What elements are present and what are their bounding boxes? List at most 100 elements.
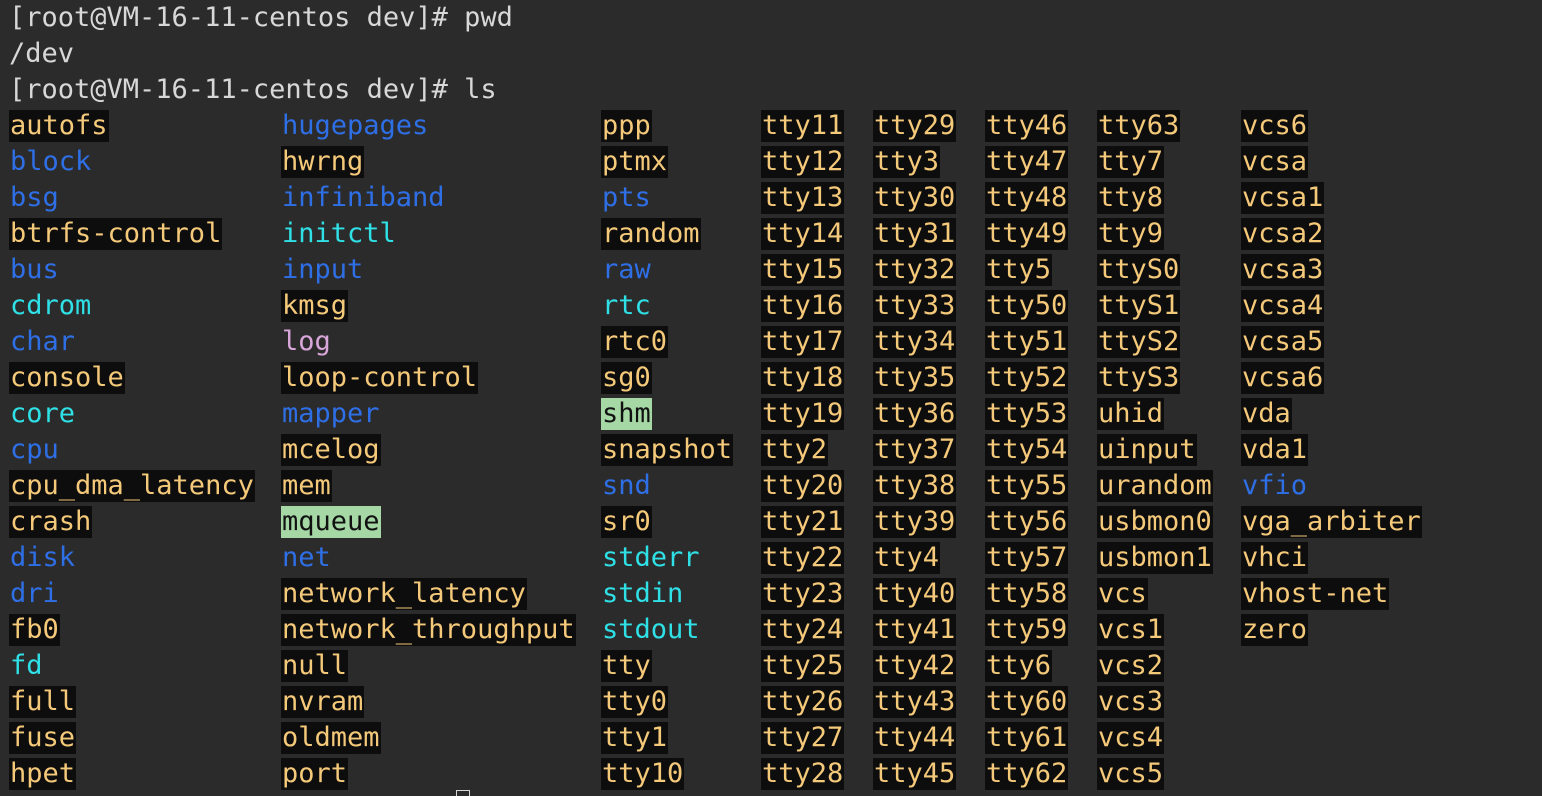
ls-entry: tty31: [873, 218, 957, 250]
ls-entry: tty10: [601, 758, 685, 790]
ls-entry: port: [281, 758, 349, 790]
ls-entry: tty24: [761, 614, 845, 646]
ls-entry: tty22: [761, 542, 845, 574]
ls-entry: rtc0: [601, 326, 669, 358]
ls-entry: kmsg: [281, 290, 349, 322]
ls-entry: network_throughput: [281, 614, 576, 646]
ls-entry: vcsa3: [1241, 254, 1325, 286]
output-line-path: /dev: [9, 38, 75, 69]
ls-entry: tty25: [761, 650, 845, 682]
ls-entry: tty48: [985, 182, 1069, 214]
ls-entry: ptmx: [601, 146, 669, 178]
ls-entry: tty40: [873, 578, 957, 610]
ls-entry: bus: [10, 254, 59, 285]
ls-entry: tty32: [873, 254, 957, 286]
ls-entry: vcs4: [1097, 722, 1165, 754]
prompt-line-ls: [root@VM-16-11-centos dev]# ls: [9, 74, 497, 105]
ls-entry: vfio: [1242, 470, 1308, 501]
ls-entry: uhid: [1097, 398, 1165, 430]
ls-entry: tty14: [761, 218, 845, 250]
ls-entry: null: [281, 650, 349, 682]
ls-entry: crash: [9, 506, 93, 538]
ls-entry: tty36: [873, 398, 957, 430]
ls-entry: tty18: [761, 362, 845, 394]
ls-entry: initctl: [282, 218, 396, 249]
ls-entry: stdout: [602, 614, 700, 645]
ls-entry: vga_arbiter: [1241, 506, 1422, 538]
ls-entry: cpu_dma_latency: [9, 470, 255, 502]
ls-entry: vcsa6: [1241, 362, 1325, 394]
ls-entry: fuse: [9, 722, 77, 754]
ls-entry: tty53: [985, 398, 1069, 430]
ls-entry: tty41: [873, 614, 957, 646]
ls-entry: uinput: [1097, 434, 1197, 466]
ls-entry: hugepages: [282, 110, 429, 141]
ls-entry: tty56: [985, 506, 1069, 538]
ls-entry: tty60: [985, 686, 1069, 718]
ls-entry: network_latency: [281, 578, 527, 610]
ls-entry: tty7: [1097, 146, 1165, 178]
ls-entry: ttyS1: [1097, 290, 1181, 322]
ls-entry: loop-control: [281, 362, 479, 394]
ls-entry: tty13: [761, 182, 845, 214]
ls-entry: sr0: [601, 506, 652, 538]
ls-entry: vcs2: [1097, 650, 1165, 682]
ls-entry: console: [9, 362, 125, 394]
ls-entry: urandom: [1097, 470, 1213, 502]
ls-entry: input: [282, 254, 364, 285]
ls-entry: tty4: [873, 542, 941, 574]
ls-entry: tty37: [873, 434, 957, 466]
ls-entry: zero: [1241, 614, 1309, 646]
ls-entry: vhci: [1241, 542, 1309, 574]
ls-entry: tty6: [985, 650, 1053, 682]
ls-entry: disk: [10, 542, 76, 573]
text-cursor: [456, 790, 470, 796]
ls-entry: snapshot: [601, 434, 734, 466]
ls-entry: infiniband: [282, 182, 445, 213]
ls-entry: vcsa5: [1241, 326, 1325, 358]
ls-entry: tty26: [761, 686, 845, 718]
ls-entry: dri: [10, 578, 59, 609]
ls-entry: tty9: [1097, 218, 1165, 250]
ls-entry: cdrom: [10, 290, 92, 321]
ls-entry: block: [10, 146, 92, 177]
ls-entry: tty20: [761, 470, 845, 502]
ls-entry: tty0: [601, 686, 669, 718]
ls-entry: hwrng: [281, 146, 365, 178]
ls-entry: vcsa2: [1241, 218, 1325, 250]
ls-entry: nvram: [281, 686, 365, 718]
ls-entry: fb0: [9, 614, 60, 646]
ls-entry: random: [601, 218, 701, 250]
ls-entry: vda1: [1241, 434, 1309, 466]
ls-entry: full: [9, 686, 77, 718]
terminal-window[interactable]: [root@VM-16-11-centos dev]# pwd /dev [ro…: [0, 0, 1542, 796]
ls-entry: tty15: [761, 254, 845, 286]
ls-entry: tty43: [873, 686, 957, 718]
ls-entry: raw: [602, 254, 651, 285]
ls-entry: mem: [281, 470, 332, 502]
ls-entry: tty21: [761, 506, 845, 538]
ls-entry: tty38: [873, 470, 957, 502]
ls-entry: vcs5: [1097, 758, 1165, 790]
ls-entry: tty16: [761, 290, 845, 322]
ls-entry: vcs: [1097, 578, 1148, 610]
ls-entry: core: [10, 398, 76, 429]
ls-entry: rtc: [602, 290, 651, 321]
ls-entry: tty59: [985, 614, 1069, 646]
ls-entry: tty50: [985, 290, 1069, 322]
ls-entry: log: [282, 326, 331, 357]
ls-entry: tty12: [761, 146, 845, 178]
ls-entry: vcs1: [1097, 614, 1165, 646]
ls-entry: tty28: [761, 758, 845, 790]
ls-entry: tty61: [985, 722, 1069, 754]
ls-entry: tty19: [761, 398, 845, 430]
ls-entry: tty33: [873, 290, 957, 322]
ls-entry: tty54: [985, 434, 1069, 466]
prompt-line-pwd: [root@VM-16-11-centos dev]# pwd: [9, 2, 513, 33]
ls-entry: tty23: [761, 578, 845, 610]
ls-entry: tty5: [985, 254, 1053, 286]
ls-entry: tty2: [761, 434, 829, 466]
ls-entry: pts: [602, 182, 651, 213]
ls-entry: tty29: [873, 110, 957, 142]
ls-entry: cpu: [10, 434, 59, 465]
